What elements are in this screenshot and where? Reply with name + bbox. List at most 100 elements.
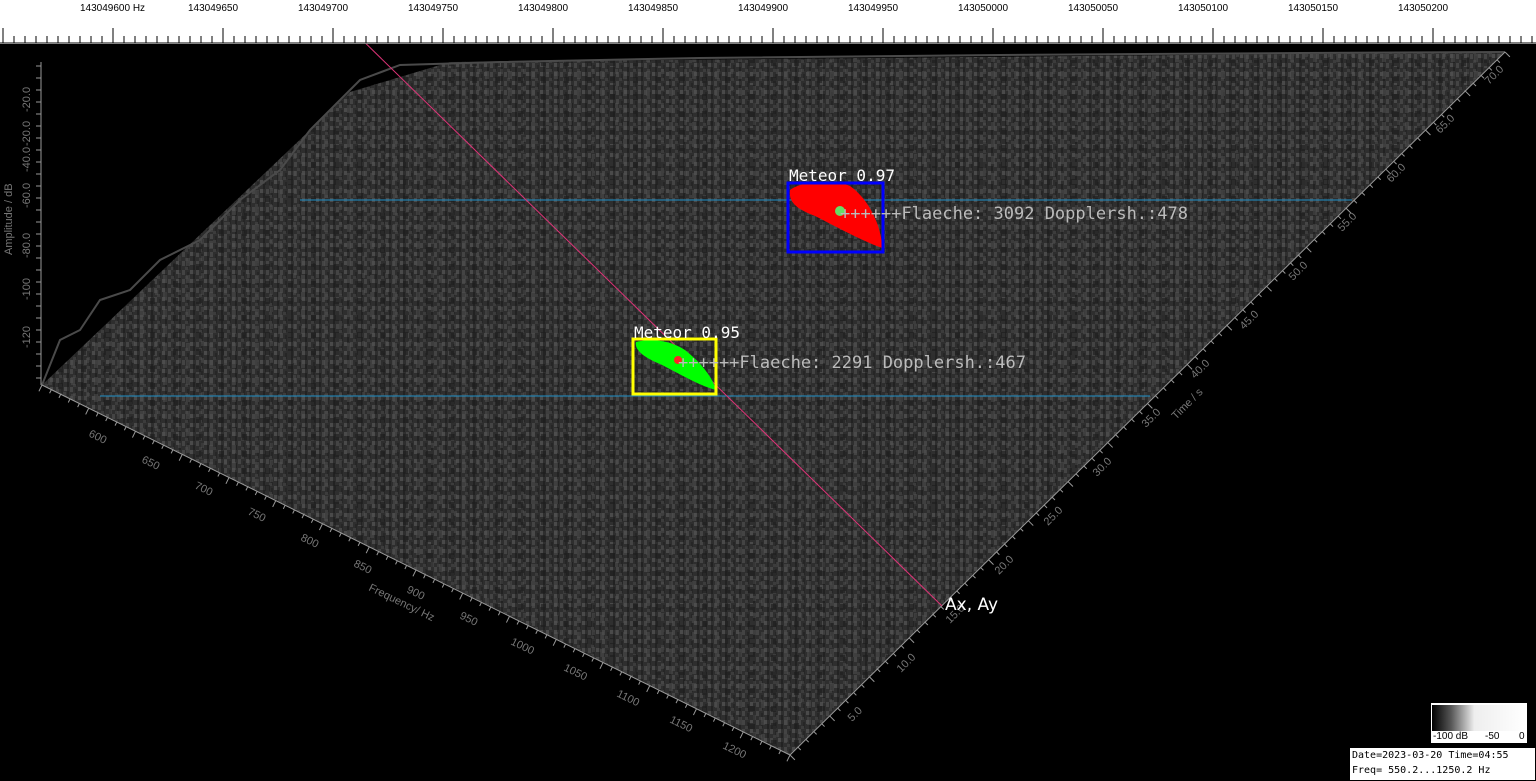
tick-mark — [385, 555, 389, 560]
ruler-label: 143049750 — [408, 3, 459, 14]
tick-mark — [786, 754, 791, 762]
tick-mark — [582, 653, 585, 658]
tick-mark — [1099, 450, 1103, 454]
tick-mark — [318, 523, 323, 531]
tick-mark — [1250, 301, 1254, 306]
tick-mark — [292, 509, 295, 514]
frequency-tick: 800 — [299, 532, 321, 551]
tick-mark — [759, 740, 763, 745]
tick-mark — [1083, 465, 1088, 470]
tick-mark — [884, 660, 889, 665]
tick-mark — [1059, 489, 1064, 493]
amplitude-axis: -20.0 -20.0 -40.0 -60.0 -80.0 -100 -120 … — [3, 62, 42, 385]
tick-mark — [1321, 231, 1326, 235]
amplitude-tick: -20.0 — [21, 121, 33, 146]
tick-mark — [1170, 379, 1175, 384]
tick-mark — [535, 629, 538, 634]
frequency-tick: 750 — [246, 506, 268, 525]
tick-mark — [479, 602, 482, 607]
cursor-label: Ax, Ay — [945, 595, 998, 615]
spectrum-surface-texture — [42, 52, 1505, 755]
frequency-tick: 850 — [352, 558, 374, 577]
waterfall-3d-plot[interactable]: -20.0 -20.0 -40.0 -60.0 -80.0 -100 -120 … — [0, 44, 1536, 781]
tick-mark — [1139, 410, 1143, 415]
tick-mark — [198, 463, 202, 468]
tick-mark — [964, 582, 968, 587]
amplitude-axis-title: Amplitude / dB — [3, 183, 15, 255]
tick-mark — [572, 648, 576, 653]
tick-mark — [131, 431, 136, 438]
tick-mark — [301, 514, 305, 519]
tick-mark — [750, 736, 754, 741]
tick-mark — [77, 403, 80, 408]
tick-mark — [310, 518, 314, 523]
time-tick: 40.0 — [1189, 357, 1213, 381]
tick-mark — [861, 684, 865, 688]
tick-mark — [423, 574, 426, 579]
tick-mark — [563, 643, 567, 648]
tick-mark — [892, 653, 897, 657]
info-box: Date=2023-03-20 Time=04:55 Freq= 550.2..… — [1349, 747, 1536, 781]
detection-info: ++++++Flaeche: 2291 Dopplersh.:467 — [678, 353, 1026, 373]
tick-mark — [1234, 317, 1239, 321]
tick-mark — [1242, 309, 1246, 313]
tick-mark — [1369, 184, 1374, 188]
ruler-label: 143050050 — [1068, 3, 1119, 14]
tick-mark — [908, 637, 915, 644]
frequency-tick: 950 — [458, 610, 480, 629]
tick-mark — [797, 746, 802, 751]
tick-mark — [123, 426, 127, 431]
legend-mid-label: -50 — [1485, 731, 1500, 742]
color-scale-legend: -100 dB -50 0 — [1431, 703, 1527, 743]
tick-mark — [225, 477, 230, 485]
tick-mark — [869, 676, 875, 683]
tick-mark — [1163, 387, 1167, 392]
tick-mark — [1282, 270, 1286, 274]
ruler-label: 143049700 — [298, 3, 349, 14]
tick-mark — [1004, 543, 1008, 548]
frequency-tick: 650 — [140, 454, 162, 473]
tick-mark — [739, 731, 744, 739]
tick-mark — [365, 546, 370, 554]
tick-mark — [1012, 535, 1016, 540]
tick-mark — [432, 579, 436, 584]
tick-mark — [1067, 481, 1074, 487]
tick-mark — [996, 551, 1000, 556]
tick-mark — [1456, 98, 1461, 103]
tick-mark — [988, 559, 994, 565]
frequency-tick: 1000 — [509, 636, 536, 658]
tick-mark — [619, 671, 623, 676]
tick-mark — [829, 715, 835, 722]
tick-mark — [161, 444, 164, 449]
tick-mark — [544, 634, 548, 639]
tick-mark — [916, 629, 921, 634]
detection-label: Meteor 0.97 — [789, 166, 895, 185]
tick-mark — [217, 472, 221, 477]
tick-mark — [525, 625, 529, 630]
tick-mark — [1178, 371, 1183, 376]
legend-min-label: -100 dB — [1433, 731, 1469, 742]
tick-mark — [451, 588, 454, 593]
tick-mark — [272, 500, 277, 508]
tick-mark — [813, 731, 817, 735]
amplitude-tick: -20.0 — [21, 87, 33, 112]
frequency-tick: 700 — [193, 480, 215, 499]
tick-mark — [142, 435, 146, 440]
tick-mark — [1401, 153, 1405, 157]
tick-mark — [1306, 246, 1312, 253]
tick-mark — [1298, 254, 1302, 259]
tick-mark — [1425, 129, 1431, 136]
tick-mark — [488, 606, 492, 611]
time-tick: 10.0 — [895, 651, 919, 675]
tick-mark — [1409, 145, 1413, 149]
ruler-label: 143050000 — [958, 3, 1009, 14]
tick-mark — [1290, 262, 1294, 267]
tick-mark — [441, 583, 445, 588]
amplitude-tick: -40.0 — [21, 147, 33, 172]
time-tick: 30.0 — [1091, 455, 1115, 479]
tick-mark — [845, 699, 849, 704]
tick-mark — [591, 657, 595, 662]
ruler-label: 143049900 — [738, 3, 789, 14]
tick-mark — [1417, 137, 1421, 142]
frequency-tick: 1100 — [615, 688, 642, 709]
